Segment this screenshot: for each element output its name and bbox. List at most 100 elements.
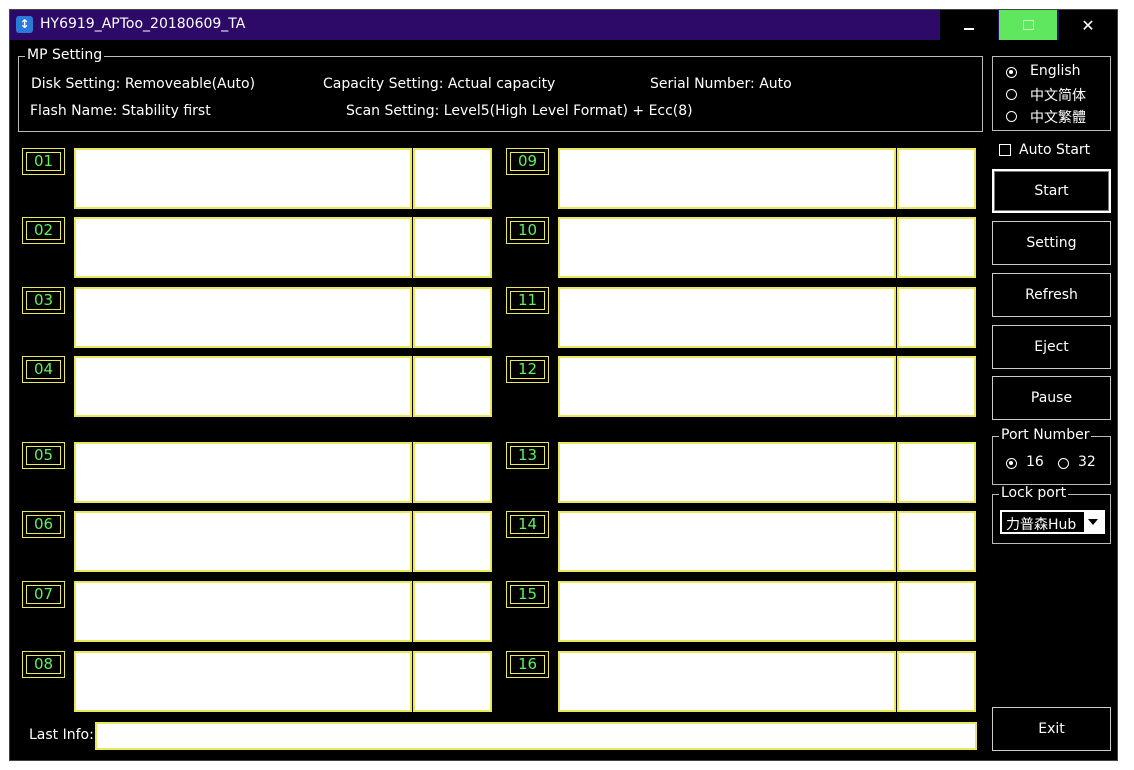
port-status-box [558,511,896,572]
port-status-box [558,442,896,503]
port-number-text: 05 [26,446,61,465]
port-status-box [74,511,412,572]
port-label: 11 [506,287,549,314]
port-result-box [897,287,976,348]
port-label: 15 [506,581,549,608]
eject-button[interactable]: Eject [992,325,1111,369]
language-radio-simplified[interactable] [1006,89,1017,100]
language-label-traditional[interactable]: 中文繁體 [1030,107,1086,127]
port-number-radio-32[interactable] [1058,458,1069,469]
port-label: 01 [22,148,65,175]
last-info-field [95,722,977,750]
port-result-box [413,581,492,642]
port-number-radio-16[interactable] [1006,458,1017,469]
port-label: 10 [506,217,549,244]
port-label: 08 [22,651,65,678]
port-number-text: 10 [510,221,545,240]
port-status-box [558,148,896,209]
port-result-box [413,511,492,572]
port-result-box [413,356,492,417]
disk-setting-text: Disk Setting: Removeable(Auto) [31,76,256,92]
port-label: 02 [22,217,65,244]
port-number-text: 02 [26,221,61,240]
port-number-label-16[interactable]: 16 [1026,454,1044,470]
setting-button[interactable]: Setting [992,221,1111,265]
port-result-box [897,217,976,278]
port-label: 03 [22,287,65,314]
port-status-box [558,581,896,642]
flash-name-text: Flash Name: Stability first [30,103,211,119]
port-label: 14 [506,511,549,538]
port-number-text: 07 [26,585,61,604]
last-info-label: Last Info: [29,727,94,743]
serial-number-text: Serial Number: Auto [650,76,792,92]
port-result-box [897,442,976,503]
port-status-box [74,581,412,642]
port-result-box [897,581,976,642]
port-number-text: 03 [26,291,61,310]
port-number-text: 12 [510,360,545,379]
lock-port-legend: Lock port [999,485,1069,501]
port-status-box [558,651,896,712]
lock-port-value: 力普森Hub [1006,517,1077,533]
port-result-box [897,148,976,209]
language-label-simplified[interactable]: 中文简体 [1030,85,1086,105]
port-number-label-32[interactable]: 32 [1078,454,1096,470]
port-number-text: 16 [510,655,545,674]
port-label: 04 [22,356,65,383]
port-status-box [558,356,896,417]
port-number-group: Port Number 16 32 [992,427,1111,485]
port-result-box [413,442,492,503]
port-number-text: 15 [510,585,545,604]
port-number-text: 08 [26,655,61,674]
port-label: 09 [506,148,549,175]
mp-setting-group: MP Setting Disk Setting: Removeable(Auto… [18,47,983,132]
port-result-box [413,287,492,348]
pause-button[interactable]: Pause [992,376,1111,420]
language-label-english[interactable]: English [1030,63,1081,79]
main-window: ↕ HY6919_APToo_20180609_TA ✕ MP Setting … [9,9,1118,761]
port-status-box [74,148,412,209]
port-number-text: 01 [26,152,61,171]
title-bar[interactable]: ↕ HY6919_APToo_20180609_TA ✕ [10,10,1117,40]
port-label: 12 [506,356,549,383]
auto-start-checkbox[interactable] [999,144,1011,156]
port-number-text: 04 [26,360,61,379]
port-label: 13 [506,442,549,469]
minimize-button[interactable] [940,10,998,40]
port-result-box [413,651,492,712]
port-label: 06 [22,511,65,538]
language-radio-english[interactable] [1006,67,1017,78]
port-status-box [558,217,896,278]
scan-setting-text: Scan Setting: Level5(High Level Format) … [346,103,693,119]
port-label: 05 [22,442,65,469]
maximize-button[interactable] [999,10,1057,40]
start-button[interactable]: Start [992,169,1111,213]
port-status-box [74,356,412,417]
close-icon: ✕ [1081,15,1095,35]
port-result-box [413,217,492,278]
port-number-text: 11 [510,291,545,310]
maximize-icon [1022,20,1034,30]
port-number-text: 14 [510,515,545,534]
window-title: HY6919_APToo_20180609_TA [40,16,246,32]
language-radio-traditional[interactable] [1006,111,1017,122]
auto-start-label[interactable]: Auto Start [1019,142,1090,158]
port-result-box [413,148,492,209]
port-status-box [74,651,412,712]
port-status-box [74,287,412,348]
port-number-legend: Port Number [999,427,1092,443]
mp-setting-legend: MP Setting [25,47,105,63]
port-label: 07 [22,581,65,608]
lock-port-select[interactable]: 力普森Hub [1000,510,1105,534]
port-status-box [74,217,412,278]
chevron-down-icon[interactable] [1084,512,1103,532]
port-result-box [897,651,976,712]
language-group: English 中文简体 中文繁體 [992,56,1111,131]
port-number-text: 09 [510,152,545,171]
port-number-text: 06 [26,515,61,534]
close-button[interactable]: ✕ [1059,10,1117,40]
exit-button[interactable]: Exit [992,707,1111,751]
port-result-box [897,356,976,417]
refresh-button[interactable]: Refresh [992,273,1111,317]
